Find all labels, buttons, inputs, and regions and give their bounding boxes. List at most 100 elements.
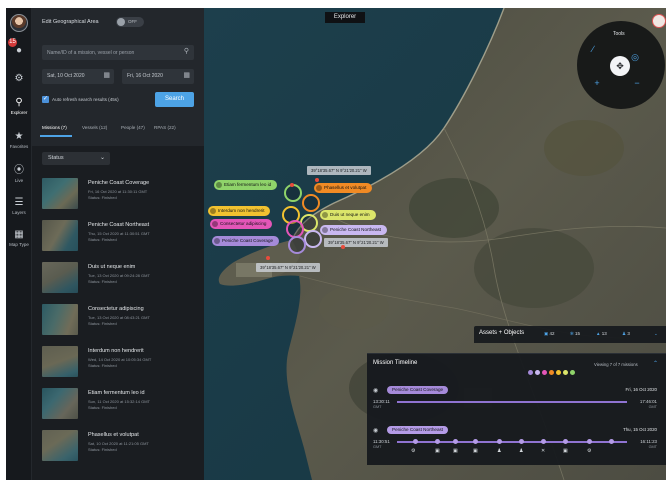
legend-dot[interactable]: [542, 370, 547, 375]
gear-icon: ⚙: [14, 73, 24, 84]
chevron-down-icon[interactable]: ⌄: [654, 331, 658, 337]
location-pin[interactable]: [315, 178, 319, 182]
mission-tag[interactable]: Peniche Coast Coverage: [212, 236, 280, 246]
rail-item-notifications[interactable]: ●: [6, 46, 32, 56]
mission-marker[interactable]: [288, 236, 306, 254]
legend-dot[interactable]: [556, 370, 561, 375]
ruler-icon[interactable]: ∕: [587, 43, 599, 55]
mission-list-item[interactable]: Duis ut neque enim Tue, 13 Oct 2020 at 0…: [42, 262, 192, 296]
legend-dot[interactable]: [535, 370, 540, 375]
tab-missions[interactable]: Missions (7): [42, 125, 67, 130]
mission-tag[interactable]: Duis ut neque enim: [320, 210, 376, 220]
mission-marker[interactable]: [304, 230, 322, 248]
mission-tag[interactable]: Interdum non hendrerit: [208, 206, 271, 216]
mission-tag[interactable]: Peniche Coast Northeast: [320, 225, 388, 235]
timeline-event[interactable]: [609, 439, 614, 444]
chevron-up-icon[interactable]: ⌃: [653, 360, 658, 367]
zoom-in-icon[interactable]: +: [591, 77, 603, 89]
timeline-event[interactable]: [587, 439, 592, 444]
eye-icon[interactable]: ◉: [373, 387, 378, 394]
rail-item-map-type[interactable]: ▦ Map Type: [6, 230, 32, 248]
date-from-field[interactable]: Sat, 10 Oct 2020 ▦: [42, 69, 114, 84]
mission-timeline: Mission Timeline Viewing 7 of 7 missions…: [367, 353, 666, 465]
search-icon[interactable]: ⚲: [184, 48, 189, 56]
search-button[interactable]: Search: [155, 92, 194, 107]
mission-marker[interactable]: [302, 194, 320, 212]
eye-icon[interactable]: ◉: [373, 427, 378, 434]
calendar-icon[interactable]: ▦: [103, 72, 110, 80]
mission-tag[interactable]: Etiam fermentum leo id: [214, 180, 278, 190]
assets-objects-bar[interactable]: Assets + Objects ▣ 42 ✻ 15 ▲ 13 ♟ 3 ⌄: [474, 326, 666, 343]
move-icon[interactable]: ✥: [610, 56, 630, 76]
timeline-end: 16:11:23: [640, 439, 657, 444]
legend-dot[interactable]: [563, 370, 568, 375]
timeline-event[interactable]: [473, 439, 478, 444]
mission-list-item[interactable]: Etiam fermentum leo id Sun, 11 Oct 2020 …: [42, 388, 192, 422]
compass-icon[interactable]: [652, 14, 666, 28]
location-pin[interactable]: [290, 183, 294, 187]
asset-count-vessels: ▣ 42: [544, 331, 555, 337]
mission-list-item[interactable]: Interdum non hendrerit Wed, 14 Oct 2020 …: [42, 346, 192, 380]
rail-item-settings[interactable]: ⚙: [6, 74, 32, 84]
calendar-icon[interactable]: ▦: [183, 72, 190, 80]
timeline-row[interactable]: ◉ Peniche Coast Northeast Thu, 15 Oct 20…: [373, 426, 657, 460]
gear-icon: ⚙: [411, 448, 416, 454]
tab-people[interactable]: People (47): [121, 125, 145, 130]
search-field[interactable]: ⚲: [42, 45, 194, 60]
image-icon: ▣: [473, 448, 478, 454]
rail-item-favorites[interactable]: ★ Favorites: [6, 132, 32, 150]
auto-refresh-checkbox[interactable]: ✓: [42, 96, 49, 103]
timeline-event[interactable]: [563, 439, 568, 444]
mission-thumbnail: [42, 220, 78, 251]
tag-label: Interdum non hendrerit: [218, 208, 265, 213]
location-pin[interactable]: [341, 245, 345, 249]
date-to-value: Fri, 16 Oct 2020: [127, 73, 163, 79]
tools-wheel: Tools ∕ ◎ + − ✥: [577, 21, 665, 109]
date-to-field[interactable]: Fri, 16 Oct 2020 ▦: [122, 69, 194, 84]
legend-dot[interactable]: [528, 370, 533, 375]
mission-list-item[interactable]: Consectetur adipiscing Tue, 13 Oct 2020 …: [42, 304, 192, 338]
geo-area-toggle[interactable]: OFF: [116, 17, 144, 27]
mission-tag[interactable]: Phasellus et volutpat: [314, 183, 373, 193]
rail-item-layers[interactable]: ☰ Layers: [6, 198, 32, 216]
tag-label: Consectetur adipiscing: [220, 221, 267, 226]
timeline-mission-pill[interactable]: Peniche Coast Coverage: [387, 386, 449, 394]
search-input[interactable]: [47, 48, 177, 57]
timeline-event[interactable]: [435, 439, 440, 444]
zoom-out-icon[interactable]: −: [631, 77, 643, 89]
asset-count-value: 13: [601, 331, 607, 336]
tab-rpas[interactable]: RPAS (22): [154, 125, 176, 130]
asset-count-people: ♟ 3: [622, 331, 630, 337]
timeline-event[interactable]: [497, 439, 502, 444]
status-filter-dropdown[interactable]: Status ⌄: [42, 152, 110, 165]
rail-item-label: Explorer: [10, 110, 28, 115]
timeline-row[interactable]: ◉ Peniche Coast Coverage Fri, 16 Oct 202…: [373, 386, 657, 420]
timeline-event[interactable]: [453, 439, 458, 444]
timeline-event[interactable]: [519, 439, 524, 444]
tag-label: Phasellus et volutpat: [324, 185, 367, 190]
tab-vessels[interactable]: Vessels (12): [82, 125, 107, 130]
legend-dot[interactable]: [570, 370, 575, 375]
avatar[interactable]: [10, 14, 28, 32]
rail-item-label: Layers: [12, 210, 26, 215]
mission-status: Status: Finished: [88, 447, 117, 452]
timeline-event[interactable]: [413, 439, 418, 444]
mission-title: Peniche Coast Northeast: [88, 222, 150, 228]
status-filter-value: Status: [48, 155, 64, 161]
timeline-bar[interactable]: [397, 441, 627, 443]
mission-list-item[interactable]: Peniche Coast Northeast Thu, 15 Oct 2020…: [42, 220, 192, 254]
rail-item-live[interactable]: ⦿ Live: [6, 166, 32, 184]
timeline-mission-pill[interactable]: Peniche Coast Northeast: [387, 426, 449, 434]
mission-tag[interactable]: Consectetur adipiscing: [210, 219, 273, 229]
legend-dot[interactable]: [549, 370, 554, 375]
rail-item-explorer[interactable]: ⚲ Explorer: [6, 98, 32, 116]
location-pin[interactable]: [266, 256, 270, 260]
mission-list-item[interactable]: Phasellus et volutpat Sat, 10 Oct 2020 a…: [42, 430, 192, 464]
timeline-bar[interactable]: [397, 401, 627, 403]
map-view[interactable]: Explorer 39°18'35.67" N 9°21'20.21" W 39…: [204, 8, 666, 480]
target-icon[interactable]: ◎: [629, 51, 641, 63]
timeline-row-date: Fri, 16 Oct 2020: [625, 387, 657, 392]
rpas-icon: ✻: [570, 331, 574, 336]
timeline-event[interactable]: [541, 439, 546, 444]
mission-list-item[interactable]: Peniche Coast Coverage Fri, 16 Oct 2020 …: [42, 178, 192, 212]
